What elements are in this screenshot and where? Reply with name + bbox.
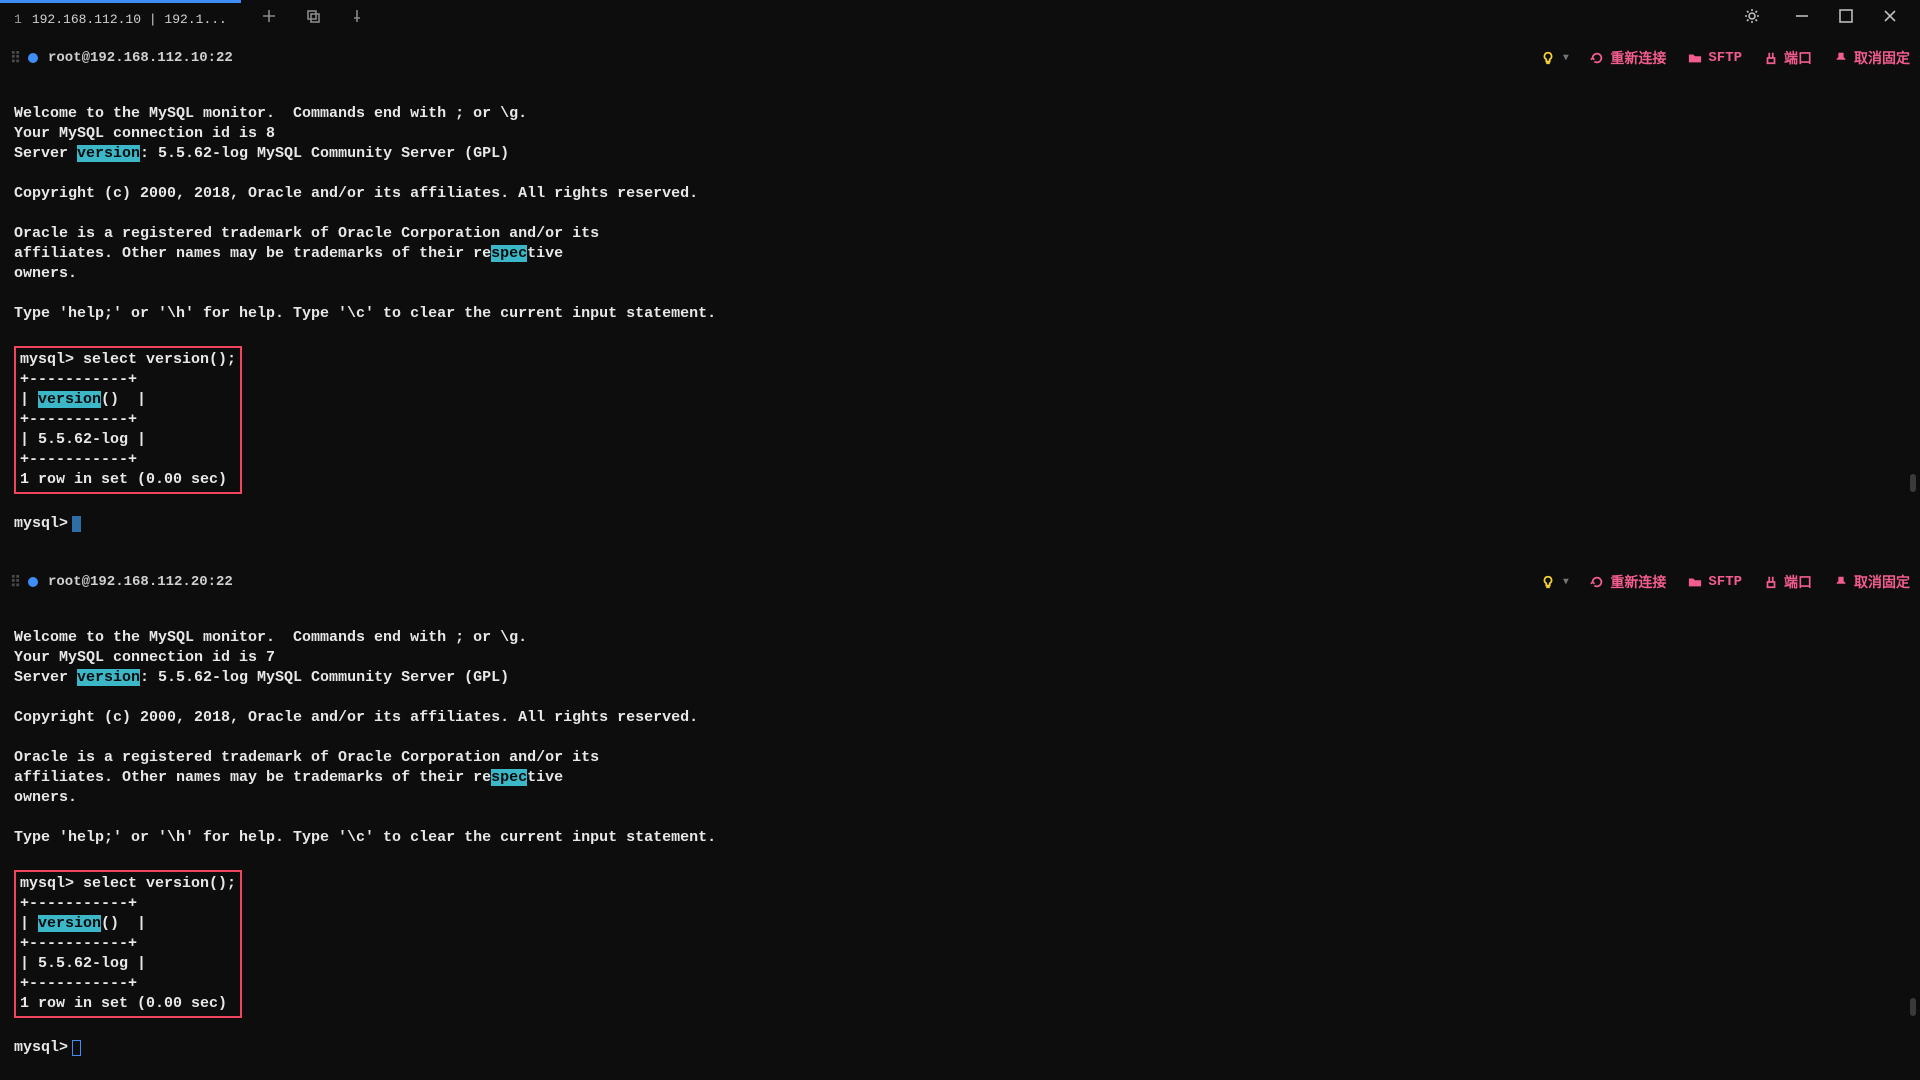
host-label: root@192.168.112.20:22 (48, 574, 233, 590)
line: Type 'help;' or '\h' for help. Type '\c'… (14, 829, 716, 846)
tab-index: 1 (14, 12, 22, 27)
line: Oracle is a registered trademark of Orac… (14, 225, 599, 242)
line: Welcome to the MySQL monitor. Commands e… (14, 629, 527, 646)
annotation-box: mysql> select version(); +-----------+ |… (14, 346, 242, 494)
highlight: version (38, 391, 101, 408)
reconnect-button[interactable]: 重新连接 (1590, 48, 1666, 68)
unpin-button[interactable]: 取消固定 (1834, 572, 1910, 592)
window-controls (1722, 0, 1920, 36)
close-icon[interactable] (1882, 8, 1898, 29)
line: Server version: 5.5.62-log MySQL Communi… (14, 145, 509, 162)
tab-title: 192.168.112.10 | 192.1... (32, 12, 227, 27)
highlight: version (77, 145, 140, 162)
line: +-----------+ (20, 935, 137, 952)
sftp-button[interactable]: SFTP (1688, 50, 1742, 66)
line: | version() | (20, 915, 146, 932)
tab-active[interactable]: 1 192.168.112.10 | 192.1... (0, 0, 241, 36)
line: +-----------+ (20, 975, 137, 992)
line: owners. (14, 789, 77, 806)
line: | 5.5.62-log | (20, 955, 146, 972)
new-tab-icon[interactable] (261, 8, 277, 29)
line: 1 row in set (0.00 sec) (20, 471, 227, 488)
line: 1 row in set (0.00 sec) (20, 995, 227, 1012)
annotation-box: mysql> select version(); +-----------+ |… (14, 870, 242, 1018)
sftp-button[interactable]: SFTP (1688, 574, 1742, 590)
highlight: spec (491, 245, 527, 262)
line: Your MySQL connection id is 7 (14, 649, 275, 666)
host-label: root@192.168.112.10:22 (48, 50, 233, 66)
line: Copyright (c) 2000, 2018, Oracle and/or … (14, 709, 698, 726)
cursor-icon (72, 1040, 81, 1056)
hint-icon[interactable]: ▾ (1541, 51, 1568, 65)
pane-header-2: ⠿ root@192.168.112.20:22 ▾ 重新连接 SFTP 端口 … (0, 566, 1920, 598)
titlebar: 1 192.168.112.10 | 192.1... (0, 0, 1920, 36)
prompt-line[interactable]: mysql> (14, 1039, 81, 1056)
tab-toolbar (241, 0, 365, 36)
terminal-output-1[interactable]: Welcome to the MySQL monitor. Commands e… (0, 74, 1920, 560)
status-dot (28, 53, 38, 63)
port-button[interactable]: 端口 (1764, 572, 1812, 592)
drag-handle-icon[interactable]: ⠿ (10, 49, 18, 68)
scrollbar[interactable] (1910, 474, 1916, 492)
duplicate-icon[interactable] (305, 8, 321, 29)
maximize-icon[interactable] (1838, 8, 1854, 29)
line: Copyright (c) 2000, 2018, Oracle and/or … (14, 185, 698, 202)
highlight: version (38, 915, 101, 932)
pin-icon[interactable] (349, 8, 365, 29)
line: affiliates. Other names may be trademark… (14, 769, 563, 786)
line: +-----------+ (20, 895, 137, 912)
pane-header-1: ⠿ root@192.168.112.10:22 ▾ 重新连接 SFTP 端口 … (0, 42, 1920, 74)
reconnect-button[interactable]: 重新连接 (1590, 572, 1666, 592)
port-button[interactable]: 端口 (1764, 48, 1812, 68)
line: Oracle is a registered trademark of Orac… (14, 749, 599, 766)
line: mysql> select version(); (20, 351, 236, 368)
line: | version() | (20, 391, 146, 408)
line: +-----------+ (20, 371, 137, 388)
scrollbar[interactable] (1910, 998, 1916, 1016)
line: Server version: 5.5.62-log MySQL Communi… (14, 669, 509, 686)
line: Welcome to the MySQL monitor. Commands e… (14, 105, 527, 122)
line: Type 'help;' or '\h' for help. Type '\c'… (14, 305, 716, 322)
line: Your MySQL connection id is 8 (14, 125, 275, 142)
line: owners. (14, 265, 77, 282)
highlight: spec (491, 769, 527, 786)
status-dot (28, 577, 38, 587)
line: | 5.5.62-log | (20, 431, 146, 448)
line: affiliates. Other names may be trademark… (14, 245, 563, 262)
minimize-icon[interactable] (1794, 8, 1810, 29)
terminal-output-2[interactable]: Welcome to the MySQL monitor. Commands e… (0, 598, 1920, 1080)
settings-icon[interactable] (1744, 8, 1760, 29)
prompt-line[interactable]: mysql> (14, 515, 81, 532)
drag-handle-icon[interactable]: ⠿ (10, 573, 18, 592)
highlight: version (77, 669, 140, 686)
cursor-icon (72, 516, 81, 532)
line: +-----------+ (20, 451, 137, 468)
unpin-button[interactable]: 取消固定 (1834, 48, 1910, 68)
line: mysql> select version(); (20, 875, 236, 892)
line: +-----------+ (20, 411, 137, 428)
hint-icon[interactable]: ▾ (1541, 575, 1568, 589)
